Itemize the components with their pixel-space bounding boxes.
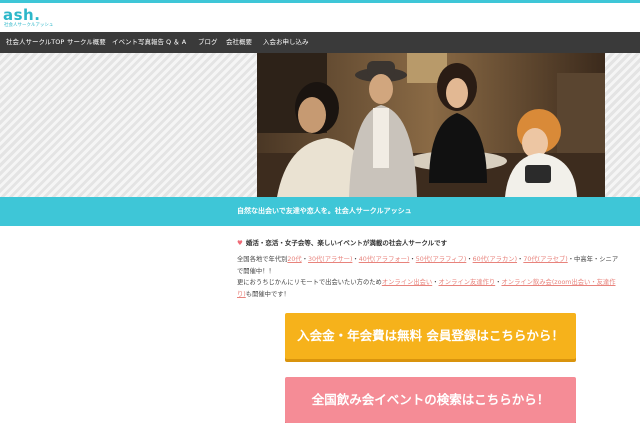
nav-item-company[interactable]: 会社概要: [226, 32, 252, 53]
desc-line1-prefix: 全国各地で年代別: [237, 256, 288, 263]
nav-item-overview[interactable]: サークル概要: [67, 32, 106, 53]
age-link-60s[interactable]: 60代(アラカン): [473, 256, 517, 263]
age-link-40s[interactable]: 40代(アラフォー): [359, 256, 410, 263]
nav-item-apply[interactable]: 入会お申し込み: [263, 32, 309, 53]
hero-photo-illustration: [257, 53, 605, 197]
desc-line2-prefix: 更におうちじかんにリモートで出会いたい方のため: [237, 279, 382, 286]
online-link-friends[interactable]: オンライン友達作り: [439, 279, 496, 286]
nav-item-blog[interactable]: ブログ: [198, 32, 218, 53]
site-tagline: 社会人サークルアッシュ: [4, 23, 54, 28]
desc-line2-suffix: も開催中です！: [245, 290, 290, 298]
nav-item-event-photos[interactable]: イベント写真報告: [112, 32, 164, 53]
age-link-50s[interactable]: 50代(アラフィフ): [416, 256, 467, 263]
heart-icon: ♥: [237, 239, 243, 247]
tagline-band: 自然な出会いで友達や恋人を。社会人サークルアッシュ: [0, 197, 640, 226]
band-tagline: 自然な出会いで友達や恋人を。社会人サークルアッシュ: [237, 207, 412, 215]
hero-photo: [257, 53, 605, 197]
register-button[interactable]: 入会金・年会費は無料 会員登録はこちらから！: [285, 313, 576, 359]
catch-text: 婚活・恋活・女子会等、楽しいイベントが満載の社会人サークルです: [245, 239, 448, 247]
site-logo[interactable]: ash.: [3, 8, 40, 23]
nav-item-faq[interactable]: Q ＆ A: [166, 32, 186, 53]
age-link-20s[interactable]: 20代: [287, 256, 301, 263]
catch-copy: ♥ 婚活・恋活・女子会等、楽しいイベントが満載の社会人サークルです: [237, 237, 447, 247]
intro-description: 全国各地で年代別20代・30代(アラサー)・40代(アラフォー)・50代(アラフ…: [237, 254, 619, 300]
hero-section: [0, 53, 640, 197]
age-link-30s[interactable]: 30代(アラサー): [308, 256, 352, 263]
global-nav: 社会人サークルTOP サークル概要 イベント写真報告 Q ＆ A ブログ 会社概…: [0, 32, 640, 53]
age-link-70s[interactable]: 70代(アラセブ): [523, 256, 567, 263]
site-header: ash. 社会人サークルアッシュ: [0, 3, 640, 32]
event-search-button[interactable]: 全国飲み会イベントの検索はこちらから！: [285, 377, 576, 423]
online-link-meet[interactable]: オンライン出会い: [382, 279, 432, 286]
nav-item-top[interactable]: 社会人サークルTOP: [6, 32, 64, 53]
